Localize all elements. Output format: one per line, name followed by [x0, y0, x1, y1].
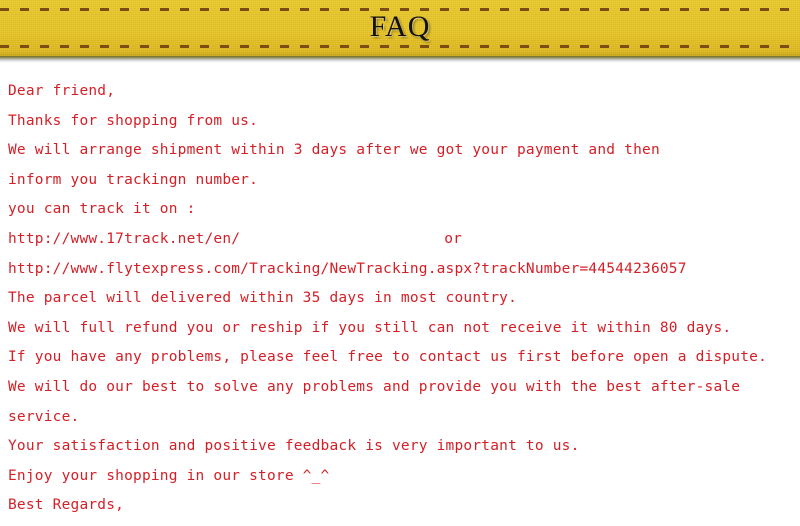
- faq-page: FAQ Dear friend, Thanks for shopping fro…: [0, 0, 800, 526]
- letter-line: If you have any problems, please feel fr…: [8, 349, 768, 366]
- letter-line: service.: [8, 408, 80, 425]
- letter-line: The parcel will delivered within 35 days…: [8, 290, 517, 307]
- letter-line: We will do our best to solve any problem…: [8, 378, 741, 395]
- faq-letter-body: Dear friend, Thanks for shopping from us…: [0, 63, 800, 521]
- tracking-or-label: or: [444, 230, 463, 247]
- letter-line: Your satisfaction and positive feedback …: [8, 438, 580, 455]
- letter-line: inform you trackingn number.: [8, 171, 259, 188]
- letter-line: Thanks for shopping from us.: [8, 112, 259, 129]
- faq-banner: FAQ: [0, 0, 800, 56]
- page-title: FAQ: [369, 10, 431, 43]
- letter-line: We will arrange shipment within 3 days a…: [8, 142, 660, 159]
- tracking-url-line-1: http://www.17track.net/en/or: [8, 225, 800, 255]
- track-url-17track[interactable]: http://www.17track.net/en/: [8, 231, 240, 247]
- letter-line: you can track it on :: [8, 201, 196, 218]
- letter-line: We will full refund you or reship if you…: [8, 319, 732, 336]
- letter-line: Dear friend,: [8, 83, 116, 99]
- tracking-url-line-2[interactable]: http://www.flytexpress.com/Tracking/NewT…: [8, 255, 800, 285]
- letter-line: Enjoy your shopping in our store ^_^: [8, 467, 330, 484]
- letter-line: Best Regards,: [8, 497, 125, 514]
